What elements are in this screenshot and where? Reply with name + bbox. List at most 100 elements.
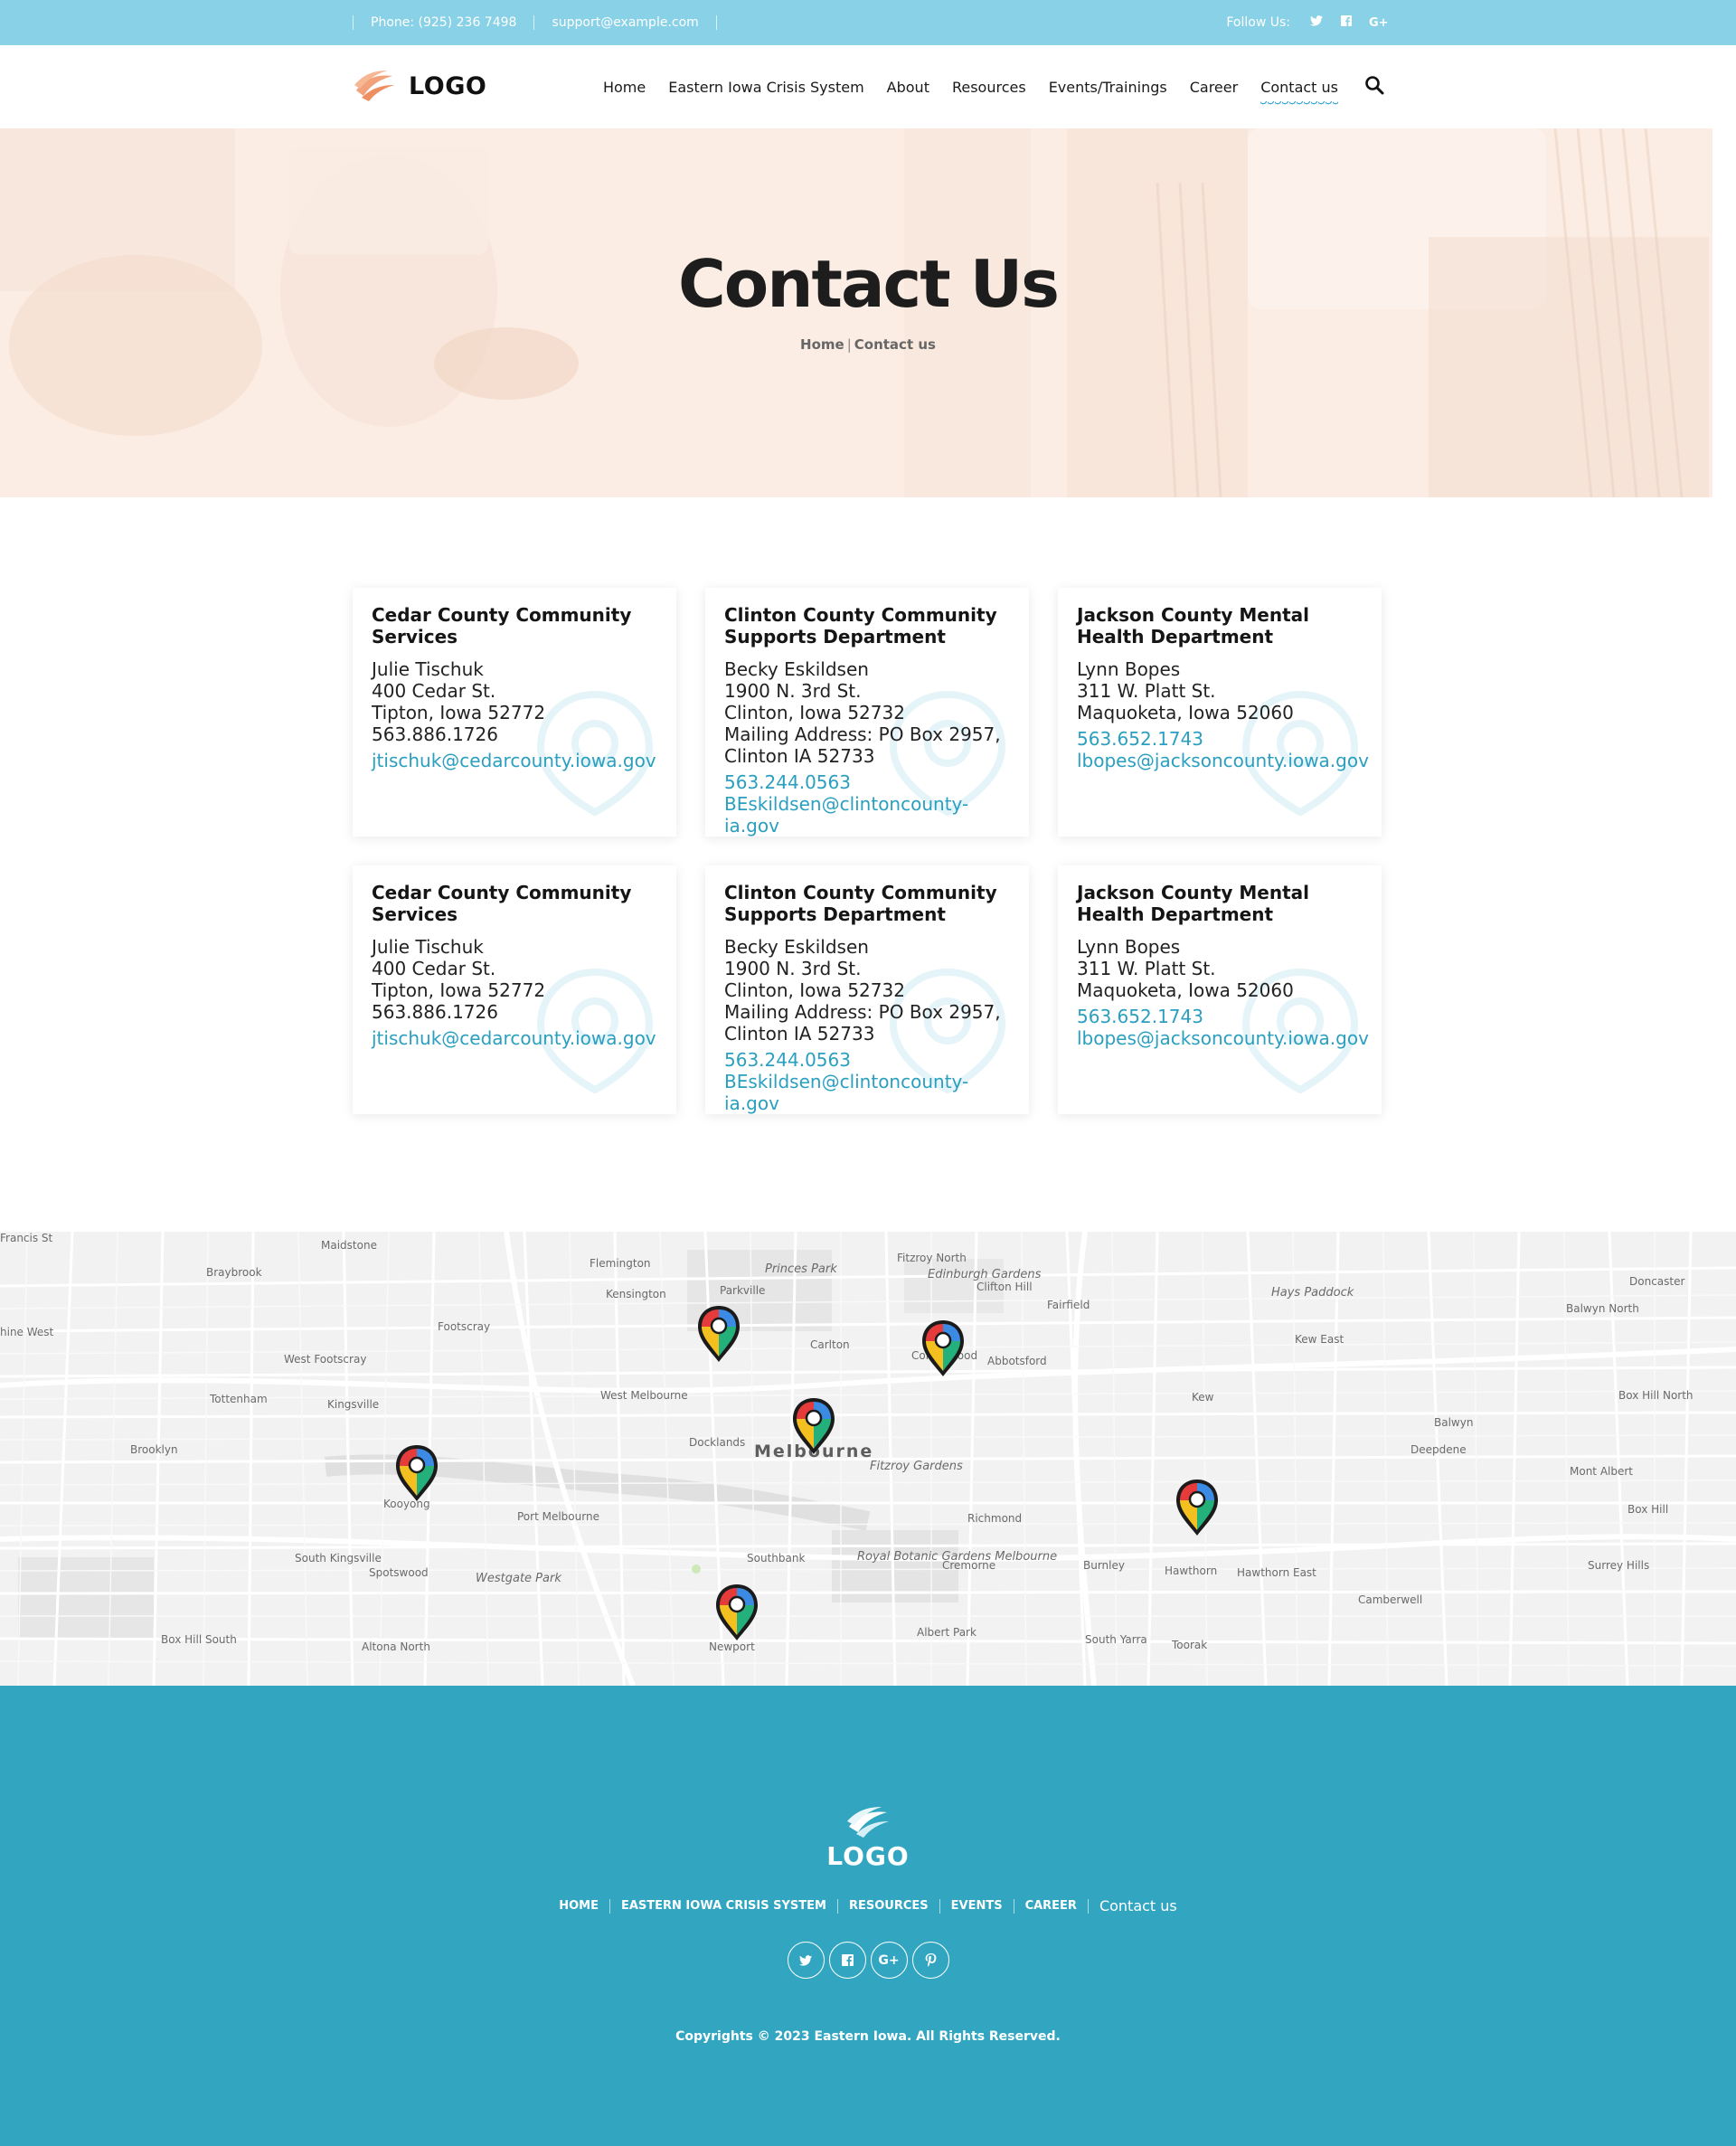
nav-resources[interactable]: Resources (952, 79, 1026, 96)
footer-nav-resources[interactable]: RESOURCES (838, 1899, 939, 1913)
map-place-label: Cremorne (942, 1559, 996, 1572)
card-contact-link[interactable]: lbopes@jacksoncounty.iowa.gov (1077, 1027, 1369, 1049)
card-text-line: Julie Tischuk (372, 658, 484, 680)
twitter-icon[interactable] (1309, 15, 1324, 30)
map-place-label: Newport (709, 1640, 755, 1653)
nav-career[interactable]: Career (1190, 79, 1238, 96)
site-header: LOGO Home Eastern Iowa Crisis System Abo… (0, 45, 1736, 128)
footer-nav: HOME EASTERN IOWA CRISIS SYSTEM RESOURCE… (0, 1897, 1736, 1914)
nav-eastern-iowa-crisis-system[interactable]: Eastern Iowa Crisis System (668, 79, 863, 96)
locations-map[interactable]: Maidstone Braybrook Flemington Princes Park… (0, 1232, 1736, 1686)
logo-mark-icon (354, 71, 394, 101)
map-place-label: Camberwell (1358, 1593, 1423, 1606)
map-place-label: West Footscray (284, 1353, 367, 1366)
breadcrumb-separator: | (846, 336, 852, 353)
map-pin-icon[interactable] (714, 1583, 760, 1642)
page-title: Contact Us (677, 246, 1060, 322)
card-contact-link[interactable]: jtischuk@cedarcounty.iowa.gov (372, 1027, 657, 1049)
map-place-label: Footscray (438, 1320, 491, 1333)
google-plus-icon[interactable]: G+ (1369, 16, 1389, 30)
map-place-label: Balwyn North (1566, 1302, 1639, 1315)
nav-contact-us[interactable]: Contact us (1260, 79, 1338, 107)
card-text-line: Tipton, Iowa 52772 (372, 979, 546, 1001)
map-place-label: Fitzroy North (897, 1252, 967, 1264)
phone-text[interactable]: Phone: (925) 236 7498 (354, 15, 533, 30)
divider (715, 15, 717, 30)
card-contact-link[interactable]: 563.244.0563 (724, 1049, 1010, 1071)
pinterest-icon[interactable] (911, 1942, 949, 1979)
card-text-line: 563.886.1726 (372, 723, 498, 745)
map-place-label: Princes Park (765, 1262, 837, 1276)
map-place-label: Parkville (720, 1284, 766, 1297)
footer-nav-contact-us[interactable]: Contact us (1089, 1897, 1188, 1914)
card-text-line: Clinton, Iowa 52732 (724, 702, 905, 723)
contact-card: Jackson County Mental Health Department L… (1058, 588, 1382, 837)
map-place-label: Box Hill South (161, 1633, 237, 1646)
map-pin-icon[interactable] (696, 1304, 741, 1364)
footer-nav-home[interactable]: HOME (548, 1899, 609, 1913)
nav-about[interactable]: About (887, 79, 929, 96)
map-place-label: Hawthorn East (1237, 1566, 1316, 1579)
map-place-label: Southbank (747, 1552, 806, 1565)
breadcrumb-home[interactable]: Home (800, 336, 844, 353)
map-place-label: Deepdene (1410, 1443, 1467, 1456)
map-place-label: Docklands (689, 1436, 746, 1449)
card-text-line: 400 Cedar St. (372, 680, 496, 702)
breadcrumb: Home | Contact us (0, 336, 1736, 353)
footer-nav-events[interactable]: EVENTS (940, 1899, 1014, 1913)
card-contact-link[interactable]: BEskildsen@clintoncounty-ia.gov (724, 1071, 1010, 1114)
card-contact-link[interactable]: 563.244.0563 (724, 771, 1010, 793)
contact-card: Cedar County Community Services Julie Tis… (353, 588, 676, 837)
card-contact-link[interactable]: 563.652.1743 (1077, 728, 1363, 750)
map-place-label: Balwyn (1434, 1416, 1474, 1429)
card-text-line: Lynn Bopes (1077, 936, 1181, 958)
footer-logo-mark-icon (847, 1807, 889, 1838)
card-title: Cedar County Community Services (372, 604, 632, 648)
card-text-line: Mailing Address: PO Box 2957, (724, 1001, 1001, 1023)
card-text-line: Becky Eskildsen (724, 658, 869, 680)
twitter-icon[interactable] (787, 1942, 825, 1979)
map-place-label: Doncaster (1629, 1275, 1685, 1288)
map-place-label: Kew East (1295, 1333, 1344, 1346)
contact-cards: Cedar County Community Services Julie Tis… (353, 588, 1383, 1114)
google-plus-icon[interactable]: G+ (870, 1942, 908, 1979)
site-logo[interactable]: LOGO (353, 69, 486, 103)
top-bar: Phone: (925) 236 7498 support@example.co… (0, 0, 1736, 45)
follow-label: Follow Us: (1226, 15, 1290, 30)
map-place-label: South Yarra (1085, 1633, 1147, 1646)
nav-events-trainings[interactable]: Events/Trainings (1049, 79, 1167, 96)
footer-logo-text[interactable]: LOGO (0, 1841, 1736, 1871)
map-pin-icon[interactable] (920, 1319, 966, 1378)
card-text-line: Maquoketa, Iowa 52060 (1077, 702, 1294, 723)
map-pin-icon[interactable] (791, 1396, 836, 1456)
map-pin-icon[interactable] (394, 1443, 439, 1503)
card-text-line: 563.886.1726 (372, 1001, 498, 1023)
card-contact-link[interactable]: 563.652.1743 (1077, 1006, 1363, 1027)
email-link[interactable]: support@example.com (534, 15, 715, 30)
card-contact-link[interactable]: lbopes@jacksoncounty.iowa.gov (1077, 750, 1369, 771)
map-place-label: Toorak (1172, 1639, 1208, 1651)
map-place-label: Burnley (1083, 1559, 1125, 1572)
card-contact-link[interactable]: jtischuk@cedarcounty.iowa.gov (372, 750, 657, 771)
map-place-label: Westgate Park (476, 1572, 561, 1585)
page-hero: Contact Us Home | Contact us (0, 128, 1736, 497)
map-place-label: Richmond (967, 1512, 1023, 1525)
map-place-label: hine West (0, 1326, 54, 1338)
footer-nav-career[interactable]: CAREER (1014, 1899, 1088, 1913)
map-place-label: Kingsville (327, 1398, 380, 1411)
map-place-label: Tottenham (210, 1393, 268, 1405)
map-place-label: Carlton (810, 1338, 850, 1351)
contact-card: Clinton County Community Supports Depart… (705, 865, 1029, 1114)
site-footer: LOGO HOME EASTERN IOWA CRISIS SYSTEM RES… (0, 1686, 1736, 2146)
map-place-label: Albert Park (917, 1626, 976, 1639)
card-contact-link[interactable]: BEskildsen@clintoncounty-ia.gov (724, 793, 1010, 837)
map-place-label: Francis St (0, 1232, 53, 1244)
map-pin-icon[interactable] (1175, 1478, 1220, 1537)
footer-nav-eastern-iowa-crisis-system[interactable]: EASTERN IOWA CRISIS SYSTEM (610, 1899, 837, 1913)
map-place-label: South Kingsville (295, 1552, 382, 1565)
card-text-line: 1900 N. 3rd St. (724, 680, 862, 702)
facebook-icon[interactable] (828, 1942, 866, 1979)
nav-home[interactable]: Home (603, 79, 646, 96)
facebook-icon[interactable] (1339, 15, 1354, 30)
search-icon[interactable] (1363, 74, 1385, 96)
